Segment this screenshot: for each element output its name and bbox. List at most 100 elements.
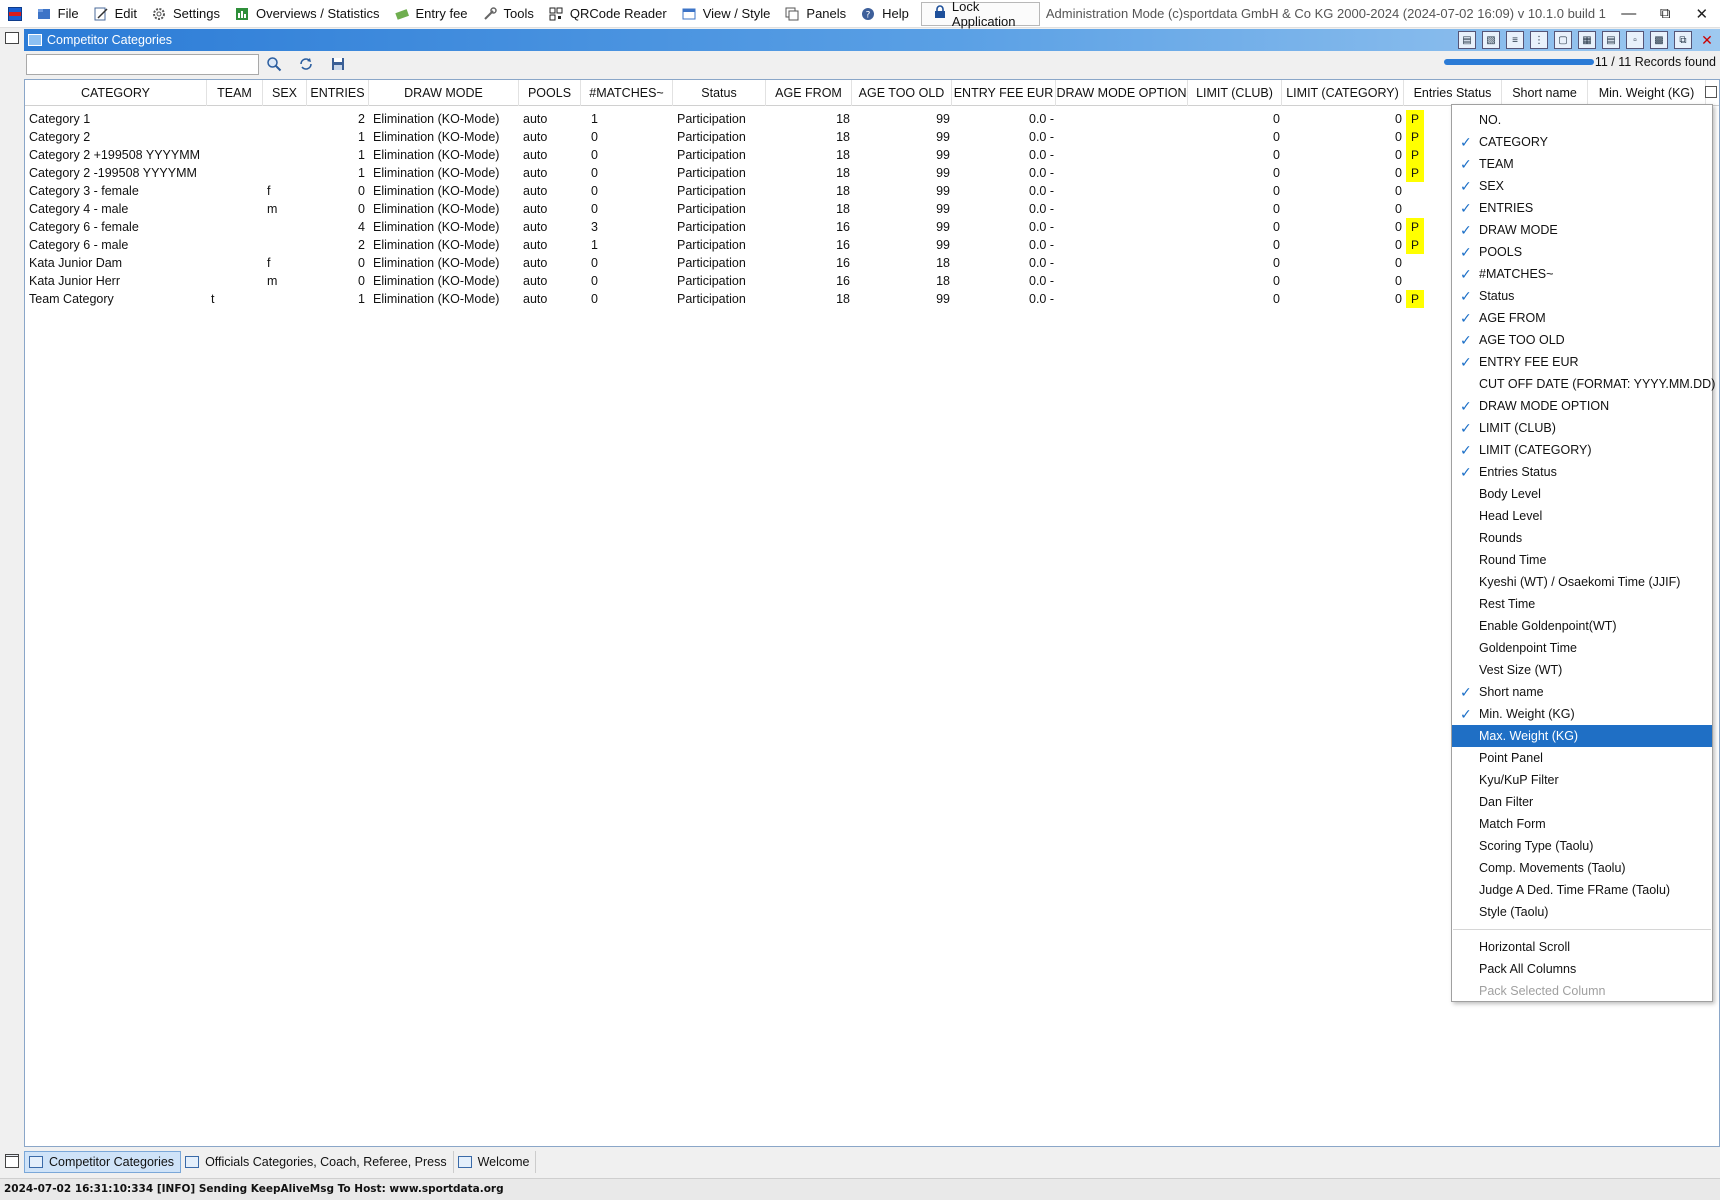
cell-status: Participation [677,256,746,270]
clipboard-icon[interactable]: ▧ [1482,31,1500,49]
export-icon[interactable]: ▤ [1458,31,1476,49]
header-entries[interactable]: ENTRIES [307,80,369,106]
column-toggle-item[interactable]: ✓ POOLS [1452,241,1712,263]
header-min-weight[interactable]: Min. Weight (KG) [1588,80,1706,106]
tab-competitor-categories[interactable]: Competitor Categories [24,1151,182,1173]
minimize-icon[interactable]: — [1610,0,1647,28]
cell-fee: 0.0 - [1029,238,1055,252]
menu-tools[interactable]: Tools [476,2,542,26]
folder-icon[interactable]: ▢ [1554,31,1572,49]
column-toggle-item[interactable]: ✓ Status [1452,285,1712,307]
column-toggle-item[interactable]: Kyeshi (WT) / Osaekomi Time (JJIF) [1452,571,1712,593]
menu-edit[interactable]: Edit [87,2,145,26]
column-toggle-item[interactable]: ✓ AGE TOO OLD [1452,329,1712,351]
column-toggle-label: Rounds [1479,531,1523,545]
cell-status: Participation [677,184,746,198]
column-toggle-item[interactable]: ✓ Short name [1452,681,1712,703]
column-toggle-item[interactable]: Max. Weight (KG) [1452,725,1712,747]
refresh-icon[interactable] [296,54,316,74]
header-pools[interactable]: POOLS [519,80,581,106]
list-icon[interactable]: ≡ [1506,31,1524,49]
header-limit-category[interactable]: LIMIT (CATEGORY) [1282,80,1404,106]
column-toggle-item[interactable]: Rest Time [1452,593,1712,615]
close-icon[interactable]: ✕ [1683,0,1720,28]
menu-entry-fee[interactable]: Entry fee [388,2,476,26]
column-toggle-label: TEAM [1479,157,1514,171]
column-toggle-item[interactable]: ✓ AGE FROM [1452,307,1712,329]
column-toggle-item[interactable]: Rounds [1452,527,1712,549]
header-entries-status[interactable]: Entries Status [1404,80,1502,106]
note-icon[interactable]: ▫ [1626,31,1644,49]
window-list-icon[interactable] [5,32,19,44]
column-toggle-item[interactable]: ✓ #MATCHES~ [1452,263,1712,285]
column-toggle-item[interactable]: ✓ LIMIT (CLUB) [1452,417,1712,439]
search-input[interactable] [26,54,259,75]
header-limit-club[interactable]: LIMIT (CLUB) [1188,80,1282,106]
column-toggle-item[interactable]: Body Level [1452,483,1712,505]
column-toggle-item[interactable]: Match Form [1452,813,1712,835]
column-toggle-item[interactable]: ✓ SEX [1452,175,1712,197]
check-icon: ✓ [1460,310,1472,326]
save-icon[interactable] [328,54,348,74]
header-short-name[interactable]: Short name [1502,80,1588,106]
column-toggle-item[interactable]: Point Panel [1452,747,1712,769]
frame-close-icon[interactable]: ✕ [1698,31,1716,49]
menu-overviews[interactable]: Overviews / Statistics [228,2,388,26]
tab-welcome[interactable]: Welcome [454,1151,537,1173]
column-toggle-item[interactable]: NO. [1452,109,1712,131]
column-toggle-item[interactable]: Enable Goldenpoint(WT) [1452,615,1712,637]
column-toggle-item[interactable]: ✓ Min. Weight (KG) [1452,703,1712,725]
header-matches[interactable]: #MATCHES~ [581,80,673,106]
column-toggle-item[interactable]: Head Level [1452,505,1712,527]
header-category[interactable]: CATEGORY [25,80,207,106]
column-toggle-item[interactable]: Goldenpoint Time [1452,637,1712,659]
column-control-icon[interactable] [1705,86,1717,98]
column-toggle-item[interactable]: ✓ DRAW MODE [1452,219,1712,241]
column-toggle-item[interactable]: Dan Filter [1452,791,1712,813]
restore-icon[interactable]: ⧉ [1647,0,1684,28]
search-icon[interactable] [264,54,284,74]
header-status[interactable]: Status [673,80,766,106]
lock-application-button[interactable]: Lock Application [920,0,1040,29]
cell-draw-mode: Elimination (KO-Mode) [373,274,500,288]
column-toggle-item[interactable]: ✓ CATEGORY [1452,131,1712,153]
header-draw-mode-option[interactable]: DRAW MODE OPTION [1056,80,1188,106]
menu-help[interactable]: ? Help [854,2,917,26]
header-entry-fee[interactable]: ENTRY FEE EUR [952,80,1056,106]
cell-pools: auto [523,130,548,144]
qrcode-icon [548,6,564,22]
column-toggle-item[interactable]: ✓ DRAW MODE OPTION [1452,395,1712,417]
tabs-window-icon[interactable] [0,1151,24,1173]
column-toggle-item[interactable]: Style (Taolu) [1452,901,1712,923]
window-icon[interactable]: ⧉ [1674,31,1692,49]
rows-icon[interactable]: ▤ [1602,31,1620,49]
header-age-too-old[interactable]: AGE TOO OLD [852,80,952,106]
header-team[interactable]: TEAM [207,80,263,106]
column-toggle-item[interactable]: ✓ LIMIT (CATEGORY) [1452,439,1712,461]
column-toggle-item[interactable]: Judge A Ded. Time FRame (Taolu) [1452,879,1712,901]
header-draw-mode[interactable]: DRAW MODE [369,80,519,106]
column-toggle-item[interactable]: ✓ TEAM [1452,153,1712,175]
header-sex[interactable]: SEX [263,80,307,106]
column-toggle-item[interactable]: Kyu/KuP Filter [1452,769,1712,791]
table-icon[interactable]: ▩ [1650,31,1668,49]
column-action-item[interactable]: Pack All Columns [1452,958,1712,980]
menu-panels[interactable]: Panels [778,2,854,26]
column-toggle-item[interactable]: Vest Size (WT) [1452,659,1712,681]
column-toggle-item[interactable]: ✓ ENTRIES [1452,197,1712,219]
column-toggle-item[interactable]: ✓ Entries Status [1452,461,1712,483]
grid-icon[interactable]: ▦ [1578,31,1596,49]
menu-settings[interactable]: Settings [145,2,228,26]
header-age-from[interactable]: AGE FROM [766,80,852,106]
column-toggle-item[interactable]: ✓ ENTRY FEE EUR [1452,351,1712,373]
column-toggle-item[interactable]: Comp. Movements (Taolu) [1452,857,1712,879]
column-action-item[interactable]: Horizontal Scroll [1452,936,1712,958]
column-toggle-item[interactable]: CUT OFF DATE (FORMAT: YYYY.MM.DD) [1452,373,1715,395]
column-toggle-item[interactable]: Scoring Type (Taolu) [1452,835,1712,857]
tab-officials-categories[interactable]: Officials Categories, Coach, Referee, Pr… [181,1151,454,1173]
menu-view-style[interactable]: View / Style [675,2,779,26]
menu-file[interactable]: File [30,2,87,26]
menu-qrcode[interactable]: QRCode Reader [542,2,675,26]
details-icon[interactable]: ⋮ [1530,31,1548,49]
column-toggle-item[interactable]: Round Time [1452,549,1712,571]
